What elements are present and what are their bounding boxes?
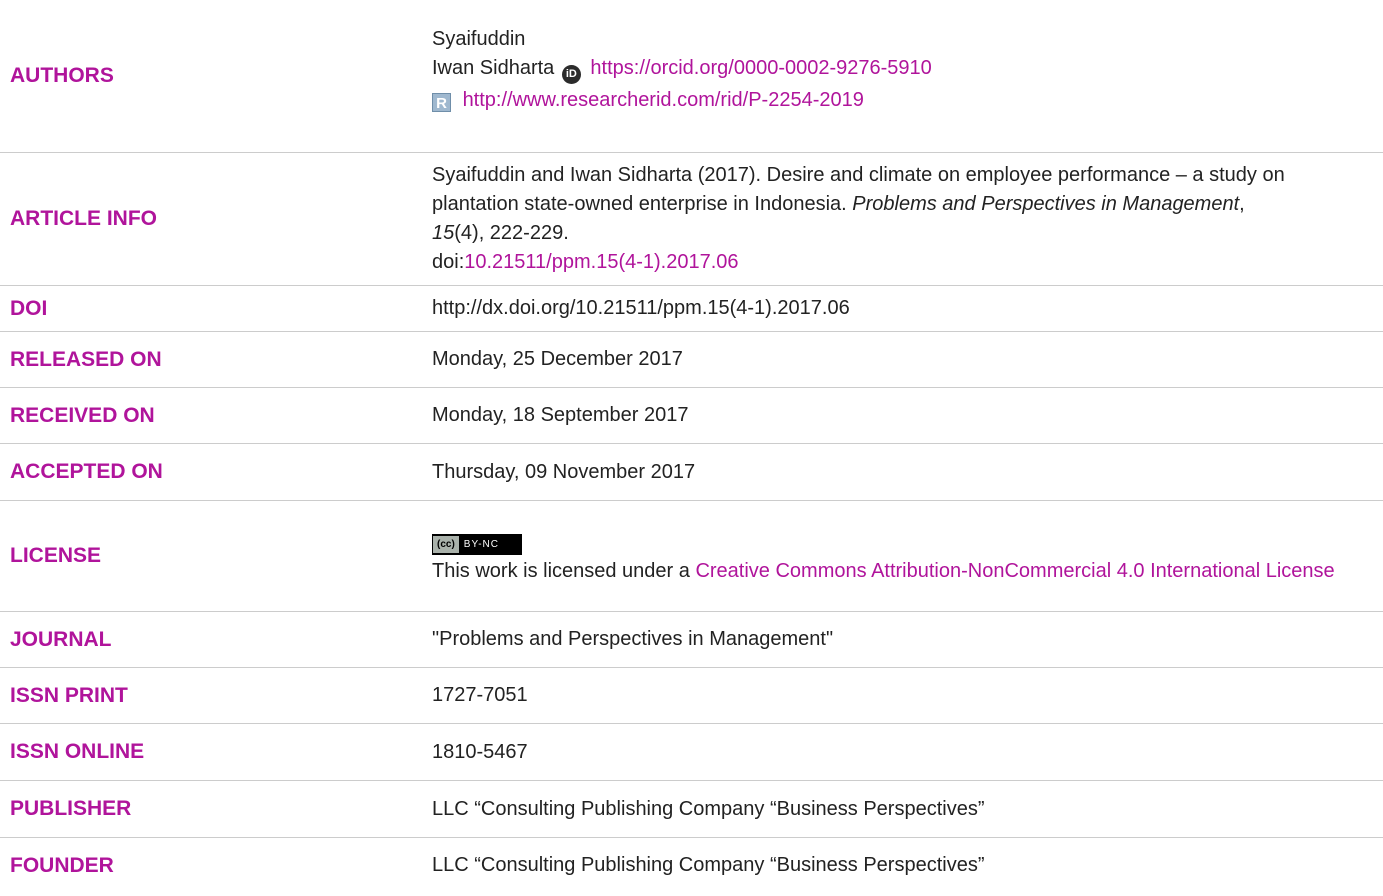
value-publisher: LLC “Consulting Publishing Company “Busi… xyxy=(432,797,985,820)
value-license: (cc) BY-NC This work is licensed under a… xyxy=(432,527,1383,586)
label-article-info: ARTICLE INFO xyxy=(10,207,157,230)
value-received-on: Monday, 18 September 2017 xyxy=(432,404,689,426)
label-journal: JOURNAL xyxy=(10,627,112,651)
row-founder: FOUNDER LLC “Consulting Publishing Compa… xyxy=(0,838,1383,893)
license-prefix: This work is licensed under a xyxy=(432,559,696,582)
orcid-link[interactable]: https://orcid.org/0000-0002-9276-5910 xyxy=(590,57,931,79)
researcherid-line: R http://www.researcherid.com/rid/P-2254… xyxy=(432,86,1377,115)
value-founder: LLC “Consulting Publishing Company “Busi… xyxy=(432,854,985,876)
label-received-on: RECEIVED ON xyxy=(10,403,155,427)
doi-prefix: doi: xyxy=(432,251,465,273)
row-article-info: ARTICLE INFO Syaifuddin and Iwan Sidhart… xyxy=(0,153,1383,286)
label-accepted-on: ACCEPTED ON xyxy=(10,460,163,483)
citation-issue-pages: (4), 222-229. xyxy=(454,222,569,244)
author-name: Syaifuddin xyxy=(432,28,526,50)
license-text: This work is licensed under a Creative C… xyxy=(432,557,1377,586)
row-issn-print: ISSN PRINT 1727-7051 xyxy=(0,668,1383,724)
label-issn-print: ISSN PRINT xyxy=(10,683,128,707)
label-doi: DOI xyxy=(10,296,48,320)
citation-separator: , xyxy=(1239,193,1245,215)
value-issn-print: 1727-7051 xyxy=(432,684,528,706)
value-accepted-on: Thursday, 09 November 2017 xyxy=(432,460,696,483)
label-released-on: RELEASED ON xyxy=(10,347,162,371)
value-issn-online: 1810-5467 xyxy=(432,740,528,763)
value-journal: "Problems and Perspectives in Management… xyxy=(432,628,834,650)
row-doi: DOI http://dx.doi.org/10.21511/ppm.15(4-… xyxy=(0,286,1383,332)
row-authors: AUTHORS Syaifuddin Iwan Sidharta iD http… xyxy=(0,0,1383,153)
label-authors: AUTHORS xyxy=(10,64,114,87)
label-publisher: PUBLISHER xyxy=(10,797,132,820)
researcherid-icon[interactable]: R xyxy=(432,93,451,112)
doi-link[interactable]: 10.21511/ppm.15(4-1).2017.06 xyxy=(464,251,738,273)
citation-journal: Problems and Perspectives in Management xyxy=(852,193,1240,215)
row-license: LICENSE (cc) BY-NC This work is licensed… xyxy=(0,501,1383,612)
author-name: Iwan Sidharta xyxy=(432,57,555,79)
row-received-on: RECEIVED ON Monday, 18 September 2017 xyxy=(0,388,1383,444)
value-article-info: Syaifuddin and Iwan Sidharta (2017). Des… xyxy=(432,161,1383,277)
label-founder: FOUNDER xyxy=(10,853,114,877)
row-journal: JOURNAL "Problems and Perspectives in Ma… xyxy=(0,612,1383,668)
license-link[interactable]: Creative Commons Attribution-NonCommerci… xyxy=(695,560,1334,582)
value-doi: http://dx.doi.org/10.21511/ppm.15(4-1).2… xyxy=(432,297,850,319)
label-license: LICENSE xyxy=(10,544,102,567)
row-issn-online: ISSN ONLINE 1810-5467 xyxy=(0,724,1383,781)
cc-badge-terms: BY-NC xyxy=(463,538,499,550)
citation-volume: 15 xyxy=(432,222,455,244)
row-accepted-on: ACCEPTED ON Thursday, 09 November 2017 xyxy=(0,444,1383,501)
orcid-icon[interactable]: iD xyxy=(561,65,581,84)
cc-by-nc-badge[interactable]: (cc) BY-NC xyxy=(432,533,522,555)
researcherid-link[interactable]: http://www.researcherid.com/rid/P-2254-2… xyxy=(463,89,864,111)
row-released-on: RELEASED ON Monday, 25 December 2017 xyxy=(0,332,1383,388)
article-metadata-table: AUTHORS Syaifuddin Iwan Sidharta iD http… xyxy=(0,0,1383,893)
row-publisher: PUBLISHER LLC “Consulting Publishing Com… xyxy=(0,781,1383,838)
value-released-on: Monday, 25 December 2017 xyxy=(432,348,683,370)
value-authors: Syaifuddin Iwan Sidharta iD https://orci… xyxy=(432,25,1383,115)
label-issn-online: ISSN ONLINE xyxy=(10,740,145,763)
cc-badge-cc: (cc) xyxy=(433,535,459,553)
author-line: Iwan Sidharta iD https://orcid.org/0000-… xyxy=(432,54,1377,84)
